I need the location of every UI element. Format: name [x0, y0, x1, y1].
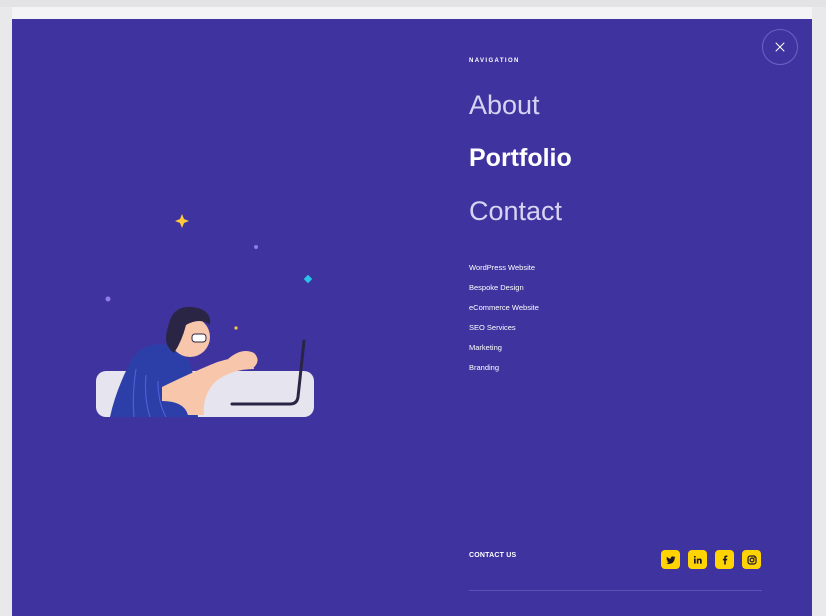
service-link-marketing[interactable]: Marketing: [469, 341, 539, 361]
navigation-heading: NAVIGATION: [469, 58, 520, 64]
dot-purple-top: [254, 245, 258, 249]
linkedin-icon: [693, 555, 702, 564]
close-icon: [775, 42, 785, 52]
top-edge: [0, 0, 826, 7]
dot-yellow-small: [234, 326, 238, 330]
nav-link-contact[interactable]: Contact: [469, 189, 572, 242]
footer-divider: [469, 590, 762, 591]
service-link-branding[interactable]: Branding: [469, 361, 539, 381]
twitter-icon: [665, 555, 675, 564]
instagram-button[interactable]: [742, 550, 761, 569]
left-edge: [0, 7, 12, 616]
nav-link-portfolio[interactable]: Portfolio: [469, 136, 572, 189]
person-at-laptop-illustration: [96, 214, 314, 418]
service-link-bespoke-design[interactable]: Bespoke Design: [469, 281, 539, 301]
contact-us-label: CONTACT US: [469, 552, 517, 559]
service-link-seo[interactable]: SEO Services: [469, 321, 539, 341]
close-button[interactable]: [762, 29, 798, 65]
facebook-button[interactable]: [715, 550, 734, 569]
services-nav: WordPress Website Bespoke Design eCommer…: [469, 261, 539, 381]
browser-frame: NAVIGATION About Portfolio Contact WordP…: [0, 0, 826, 616]
sparkle-yellow: [175, 214, 189, 228]
primary-nav: About Portfolio Contact: [469, 83, 572, 242]
nav-link-about[interactable]: About: [469, 83, 572, 136]
dot-purple-left: [105, 296, 111, 302]
navigation-overlay: NAVIGATION About Portfolio Contact WordP…: [12, 19, 812, 616]
linkedin-button[interactable]: [688, 550, 707, 569]
instagram-icon: [746, 554, 757, 565]
scrollbar-track[interactable]: [812, 7, 826, 616]
service-link-wordpress[interactable]: WordPress Website: [469, 261, 539, 281]
twitter-button[interactable]: [661, 550, 680, 569]
facebook-icon: [722, 555, 727, 564]
diamond-teal: [303, 274, 313, 284]
service-link-ecommerce[interactable]: eCommerce Website: [469, 301, 539, 321]
